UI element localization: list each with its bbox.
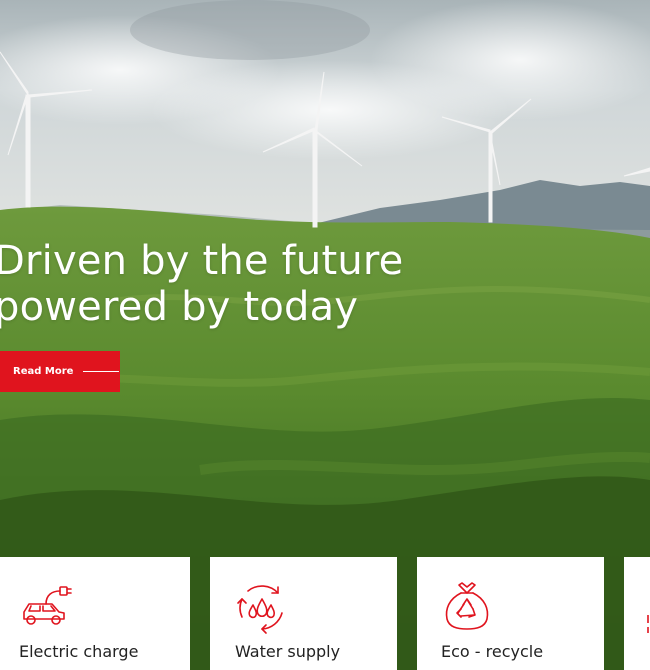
hero-headline: Driven by the future powered by today bbox=[0, 238, 404, 330]
hero-headline-line-2: powered by today bbox=[0, 284, 359, 330]
service-card-partial[interactable] bbox=[624, 557, 650, 670]
read-more-button[interactable]: Read More bbox=[0, 351, 120, 392]
water-drops-cycle-icon bbox=[237, 585, 283, 634]
service-card-label: Eco - recycle bbox=[441, 642, 544, 661]
partial-icon bbox=[647, 615, 649, 633]
service-card-label: Water supply bbox=[235, 642, 341, 661]
hero-headline-line-1: Driven by the future bbox=[0, 238, 404, 284]
service-card-water-supply[interactable]: Water supply bbox=[210, 557, 397, 670]
service-card-electric-charge[interactable]: Electric charge bbox=[0, 557, 190, 670]
service-card-label: Electric charge bbox=[19, 642, 139, 661]
read-more-label: Read More bbox=[13, 366, 74, 377]
service-card-eco-recycle[interactable]: Eco - recycle bbox=[417, 557, 604, 670]
arrow-line-icon bbox=[83, 371, 120, 372]
recycle-bag-icon bbox=[445, 582, 489, 630]
hero-section: Driven by the future powered by today Re… bbox=[0, 0, 650, 670]
electric-car-plug-icon bbox=[23, 586, 72, 625]
